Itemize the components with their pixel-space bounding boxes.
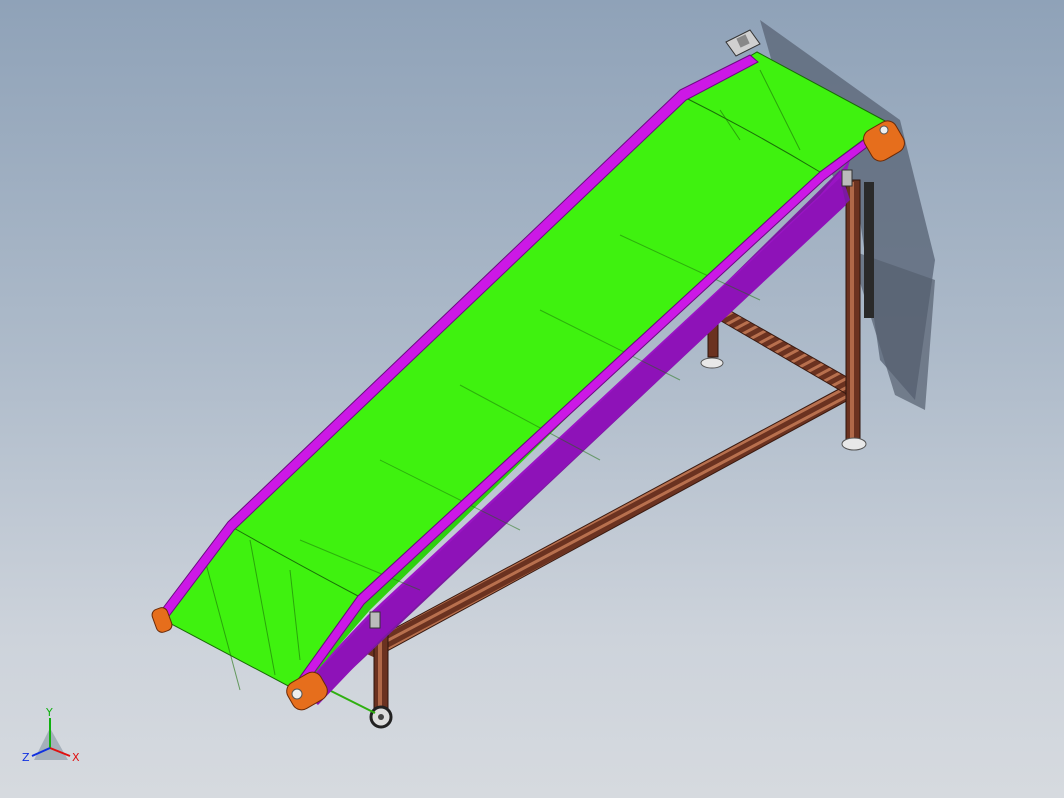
triad-y-label: Y [45, 706, 53, 719]
frame-rear-rail [715, 304, 853, 397]
caster-tie-rod [324, 687, 376, 714]
triad-x-label: X [72, 751, 80, 764]
triad-z-label: Z [22, 751, 30, 764]
leveling-foot-rear [841, 437, 867, 451]
drive-motor [725, 29, 761, 57]
guard-bracket-rear [841, 169, 853, 187]
guard-bracket-front [369, 611, 381, 629]
conveyor-3d-model[interactable]: Y X Z [0, 0, 1064, 798]
rear-handle-bar [864, 182, 874, 318]
roller-end-rear [879, 125, 889, 135]
roller-end-front [291, 688, 303, 700]
coordinate-triad[interactable]: Y X Z [22, 706, 80, 764]
caster-wheel-hub [378, 714, 384, 720]
leveling-foot-inner [700, 357, 724, 369]
model-viewport[interactable]: Y X Z [0, 0, 1064, 798]
frame-rear-leg-highlight [850, 182, 854, 440]
